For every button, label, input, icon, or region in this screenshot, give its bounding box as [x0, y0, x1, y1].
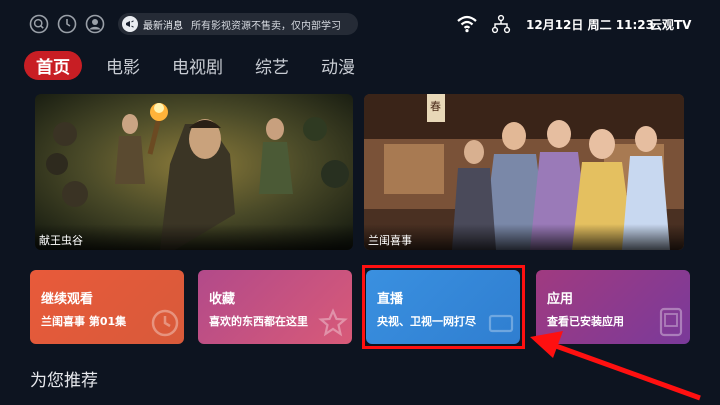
tab-anime[interactable]: 动漫 [321, 53, 355, 78]
banner-title: 献王虫谷 [35, 224, 353, 250]
section-title-recommended: 为您推荐 [30, 371, 98, 391]
wifi-icon [456, 13, 478, 35]
notice-bar[interactable]: 最新消息 所有影视资源不售卖，仅内部学习 [118, 13, 358, 35]
star-icon [318, 308, 348, 342]
card-apps[interactable]: 应用 查看已安装应用 [536, 270, 690, 344]
tab-home[interactable]: 首页 [24, 50, 82, 80]
card-continue-watching[interactable]: 继续观看 兰闺喜事 第01集 [30, 270, 184, 344]
tv-icon [486, 308, 516, 342]
datetime: 12月12日 周二 11:23 [526, 17, 654, 32]
search-icon[interactable] [28, 13, 50, 35]
card-title: 继续观看 [41, 292, 94, 307]
banner-langui-xishi[interactable]: 春 兰闺喜事 [364, 94, 684, 250]
speaker-icon [122, 16, 138, 32]
banner-title: 兰闺喜事 [364, 224, 684, 250]
card-title: 应用 [547, 292, 574, 307]
sign-text: 春 [430, 100, 441, 113]
history-icon [150, 308, 180, 342]
notice-tag: 最新消息 [143, 20, 183, 32]
tablet-icon [656, 306, 686, 342]
card-favorites[interactable]: 收藏 喜欢的东西都在这里 [198, 270, 352, 344]
card-live-tv[interactable]: 直播 央视、卫视一网打尽 [366, 270, 520, 344]
notice-text: 所有影视资源不售卖，仅内部学习 [191, 20, 341, 32]
network-icon [490, 13, 512, 35]
tab-variety[interactable]: 综艺 [255, 53, 289, 78]
tab-tv-series[interactable]: 电视剧 [172, 53, 223, 78]
tab-movies[interactable]: 电影 [106, 53, 140, 78]
banner-xianwang-chonggu[interactable]: 献王虫谷 [35, 94, 353, 250]
user-icon[interactable] [84, 13, 106, 35]
history-icon[interactable] [56, 13, 78, 35]
nav-tabs: 首页 电影 电视剧 综艺 动漫 [24, 50, 387, 80]
card-title: 收藏 [209, 292, 236, 307]
card-title: 直播 [377, 292, 404, 307]
top-bar: 最新消息 所有影视资源不售卖，仅内部学习 12月12日 周二 11:23 云观T… [0, 0, 720, 46]
brand-name: 云观TV [650, 17, 692, 32]
